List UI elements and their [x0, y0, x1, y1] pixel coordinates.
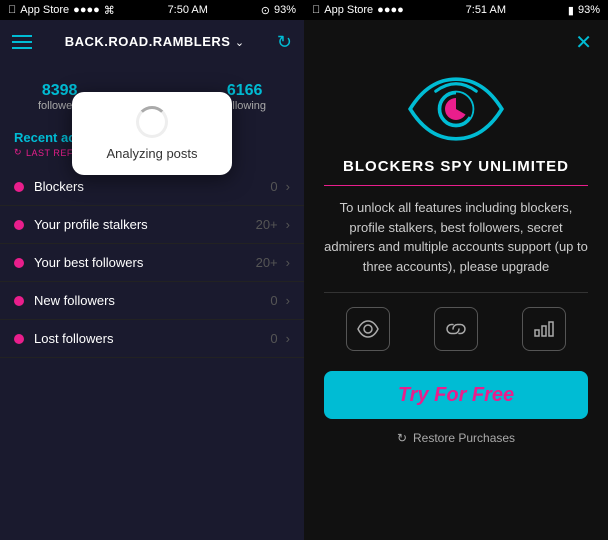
store-label-right:  App Store ●●●● [312, 4, 404, 16]
signal-bars: ●●●● [73, 4, 100, 16]
restore-purchases-button[interactable]: ↻ Restore Purchases [397, 431, 515, 445]
right-status-right: ▮ 93% [568, 4, 600, 17]
following-count: 6166 [227, 82, 263, 100]
header-title: BACK.ROAD.RAMBLERS ⌄ [65, 33, 244, 51]
restore-label: Restore Purchases [413, 431, 515, 445]
profile-section: 8398 followers 6166 following Analyzing … [0, 64, 304, 122]
label-lost-followers: Lost followers [34, 331, 270, 346]
activity-item-new-followers[interactable]: New followers 0 › [0, 282, 304, 320]
apple-icon:  [8, 4, 16, 16]
label-best-followers: Your best followers [34, 255, 256, 270]
app-header: BACK.ROAD.RAMBLERS ⌄ ↻ [0, 20, 304, 64]
dot-lost-followers [14, 334, 24, 344]
restore-icon: ↻ [397, 431, 407, 445]
hamburger-icon[interactable] [12, 35, 32, 49]
battery-icon-left: ⊙ [261, 4, 270, 17]
count-lost-followers: 0 [270, 331, 277, 346]
store-label-left:  App Store ●●●● ⌘ [8, 4, 115, 17]
analyzing-overlay: Analyzing posts [72, 92, 232, 175]
activity-item-best-followers[interactable]: Your best followers 20+ › [0, 244, 304, 282]
feature-icons-row [324, 307, 588, 351]
dot-best-followers [14, 258, 24, 268]
chevron-lost-followers: › [286, 331, 290, 346]
chevron-stalkers: › [286, 217, 290, 232]
right-status-left: ⊙ 93% [261, 4, 296, 17]
activity-item-lost-followers[interactable]: Lost followers 0 › [0, 320, 304, 358]
activity-list: Blockers 0 › Your profile stalkers 20+ ›… [0, 168, 304, 540]
activity-item-stalkers[interactable]: Your profile stalkers 20+ › [0, 206, 304, 244]
left-panel:  App Store ●●●● ⌘ 7:50 AM ⊙ 93% BACK.RO… [0, 0, 304, 540]
battery-icon-right: ▮ [568, 4, 574, 17]
wifi-icon: ⌘ [104, 4, 115, 17]
dot-blockers [14, 182, 24, 192]
refresh-button[interactable]: ↻ [277, 32, 292, 53]
barchart-feature-icon [522, 307, 566, 351]
dot-new-followers [14, 296, 24, 306]
count-best-followers: 20+ [256, 255, 278, 270]
count-stalkers: 20+ [256, 217, 278, 232]
battery-text-right: 93% [578, 4, 600, 16]
status-bar-left:  App Store ●●●● ⌘ 7:50 AM ⊙ 93% [0, 0, 304, 20]
label-new-followers: New followers [34, 293, 270, 308]
link-feature-icon [434, 307, 478, 351]
try-free-button[interactable]: Try For Free [324, 371, 588, 419]
chevron-best-followers: › [286, 255, 290, 270]
count-new-followers: 0 [270, 293, 277, 308]
time-left: 7:50 AM [168, 4, 208, 16]
chevron-blockers: › [286, 179, 290, 194]
analyzing-text: Analyzing posts [106, 146, 197, 161]
right-content: BLOCKERS SPY UNLIMITED To unlock all fea… [304, 64, 608, 540]
eye-feature-icon [346, 307, 390, 351]
product-description: To unlock all features including blocker… [324, 198, 588, 276]
count-blockers: 0 [270, 179, 277, 194]
label-stalkers: Your profile stalkers [34, 217, 256, 232]
time-right: 7:51 AM [466, 4, 506, 16]
signal-bars-right: ●●●● [377, 4, 404, 16]
dot-stalkers [14, 220, 24, 230]
try-free-label: Try For Free [398, 384, 514, 407]
eye-logo [401, 74, 511, 144]
store-text-right: App Store [324, 4, 373, 16]
close-bar: ✕ [304, 20, 608, 64]
refresh-icon-small: ↻ [14, 147, 22, 158]
followers-count: 8398 [42, 82, 78, 100]
battery-text-left: 93% [274, 4, 296, 16]
header-chevron: ⌄ [235, 37, 244, 49]
right-panel:  App Store ●●●● 7:51 AM ▮ 93% ✕ BLOCKER… [304, 0, 608, 540]
loading-spinner [136, 106, 168, 138]
apple-icon-right:  [312, 4, 320, 16]
status-bar-right:  App Store ●●●● 7:51 AM ▮ 93% [304, 0, 608, 20]
desc-divider [324, 292, 588, 293]
chevron-new-followers: › [286, 293, 290, 308]
label-blockers: Blockers [34, 179, 270, 194]
title-divider [324, 185, 588, 186]
store-text-left: App Store [20, 4, 69, 16]
close-button[interactable]: ✕ [575, 30, 592, 55]
product-title: BLOCKERS SPY UNLIMITED [343, 158, 569, 175]
